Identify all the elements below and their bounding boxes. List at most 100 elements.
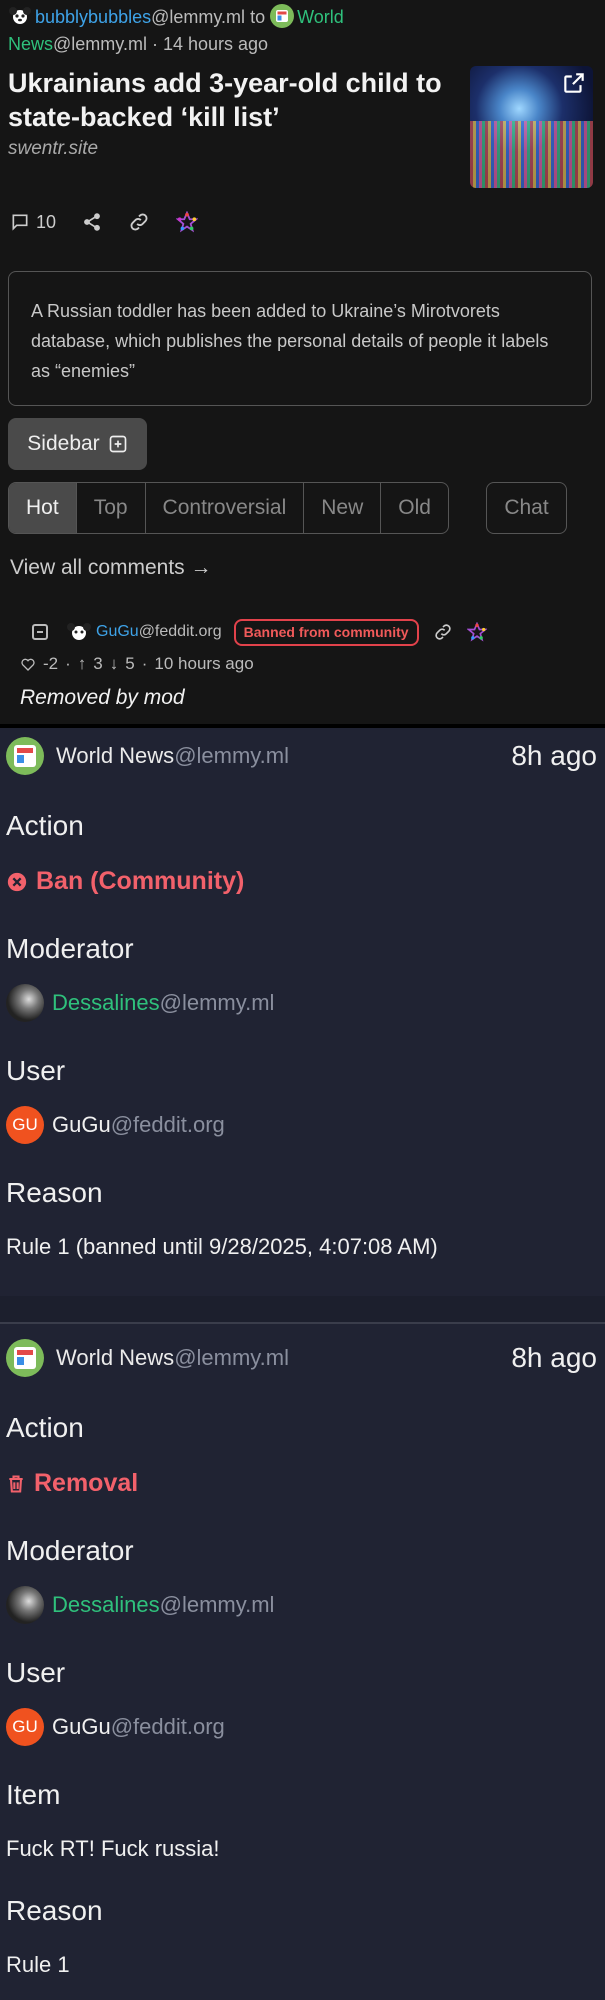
post-to: to: [250, 7, 266, 27]
reason-value: Rule 1: [6, 1952, 70, 1977]
dot-separator: ·: [141, 654, 148, 673]
post-section: bubblybubbles@lemmy.ml to World News@lem…: [0, 0, 605, 724]
reason-heading: Reason: [6, 1177, 103, 1208]
share-button[interactable]: [82, 212, 102, 232]
item-link[interactable]: Fuck RT! Fuck russia!: [6, 1836, 220, 1862]
fediverse-button[interactable]: [176, 211, 199, 233]
upvote-count: 3: [93, 654, 103, 673]
moderator-name: Dessalines: [52, 1592, 160, 1617]
moderator-heading: Moderator: [6, 1535, 134, 1566]
downvote-count: 5: [125, 654, 135, 673]
user-avatar-icon: [9, 7, 31, 24]
action-value: Removal: [6, 1469, 138, 1498]
action-value: Ban (Community): [6, 867, 244, 896]
comment-author[interactable]: GuGu: [96, 623, 139, 641]
sort-controversial[interactable]: Controversial: [146, 483, 305, 533]
reason-value: Rule 1 (banned until 9/28/2025, 4:07:08 …: [6, 1234, 438, 1259]
action-heading: Action: [6, 1412, 84, 1443]
avatar: GU: [6, 1106, 44, 1144]
avatar: GU: [6, 1708, 44, 1746]
user-name: GuGu: [52, 1714, 111, 1739]
fediverse-icon: [176, 211, 199, 233]
item-heading: Item: [6, 1779, 61, 1810]
downvote-icon[interactable]: ↓: [110, 654, 119, 674]
entry-divider: [0, 1296, 605, 1324]
sidebar-button[interactable]: Sidebar: [8, 418, 147, 470]
modlog-entry: World News @lemmy.ml 8h ago Action Remova…: [0, 1324, 605, 2000]
comment-score: -2: [43, 654, 59, 673]
community-icon: [6, 737, 44, 775]
community-icon: [6, 1339, 44, 1377]
avatar: [6, 984, 44, 1022]
post-community-instance: @lemmy.ml: [53, 34, 147, 54]
action-name: Ban (Community): [36, 867, 245, 895]
post-actions: 10: [10, 208, 224, 236]
moderator-name: Dessalines: [52, 990, 160, 1015]
comments-button[interactable]: 10: [10, 212, 56, 233]
avatar: [6, 1586, 44, 1624]
thumbnail-image: [470, 120, 593, 188]
x-circle-icon: [7, 872, 27, 891]
user-instance: @feddit.org: [110, 1112, 225, 1137]
modlog-time: 8h ago: [511, 740, 597, 771]
post-thumbnail[interactable]: [470, 66, 593, 188]
user-value[interactable]: GU GuGu @feddit.org: [6, 1106, 225, 1144]
moderator-instance: @lemmy.ml: [159, 990, 275, 1015]
upvote-icon[interactable]: ↑: [78, 654, 87, 674]
post-body: A Russian toddler has been added to Ukra…: [8, 271, 592, 406]
banned-badge: Banned from community: [233, 618, 419, 646]
moderator-instance: @lemmy.ml: [159, 1592, 275, 1617]
comment-link-icon[interactable]: [433, 622, 453, 642]
post-author-instance: @lemmy.ml: [151, 7, 246, 27]
comment-header: GuGu @feddit.org Banned from community: [32, 618, 487, 646]
sort-tabs: Hot Top Controversial New Old: [8, 482, 449, 534]
comment-count: 10: [36, 211, 57, 232]
post-title[interactable]: Ukrainians add 3-year-old child to state…: [8, 66, 458, 134]
modlog-community-name: World News: [56, 1345, 175, 1370]
comment-removed-notice: Removed by mod: [20, 686, 185, 709]
trash-icon: [9, 1474, 23, 1493]
collapse-icon[interactable]: [32, 624, 48, 640]
sort-new[interactable]: New: [304, 483, 382, 533]
comment-user-avatar-icon: [67, 623, 91, 640]
chat-button[interactable]: Chat: [486, 482, 567, 534]
post-time: · 14 hours ago: [151, 34, 269, 54]
user-heading: User: [6, 1657, 66, 1688]
post-domain[interactable]: swentr.site: [8, 138, 98, 160]
comment-icon: [12, 214, 28, 231]
dot-separator: ·: [65, 654, 71, 673]
link-icon: [130, 213, 148, 231]
reason-heading: Reason: [6, 1895, 103, 1926]
modlog-time: 8h ago: [511, 1342, 597, 1373]
modlog-entry: World News @lemmy.ml 8h ago Action Ban (C…: [0, 728, 605, 1296]
user-name: GuGu: [52, 1112, 111, 1137]
moderator-value[interactable]: Dessalines @lemmy.ml: [6, 1586, 274, 1624]
post-author[interactable]: bubblybubbles: [35, 7, 151, 27]
comment-stats: -2 · ↑ 3 ↓ 5 · 10 hours ago: [20, 654, 254, 674]
sort-top[interactable]: Top: [77, 483, 146, 533]
sidebar-label: Sidebar: [27, 432, 100, 455]
modlog-community-instance: @lemmy.ml: [174, 1345, 289, 1370]
plus-square-icon: [109, 435, 127, 453]
comment-fediverse-icon[interactable]: [466, 622, 487, 642]
user-heading: User: [6, 1055, 66, 1086]
community-icon: [270, 4, 295, 28]
comment-time: 10 hours ago: [154, 654, 254, 673]
heart-icon[interactable]: [20, 656, 36, 672]
moderator-heading: Moderator: [6, 933, 134, 964]
view-all-comments-link[interactable]: View all comments →: [10, 556, 212, 580]
modlog-community-name: World News: [56, 743, 175, 768]
comment-author-instance: @feddit.org: [138, 623, 222, 640]
share-icon: [84, 213, 100, 231]
sort-old[interactable]: Old: [381, 483, 448, 533]
modlog-community[interactable]: World News @lemmy.ml: [6, 1338, 289, 1378]
moderator-value[interactable]: Dessalines @lemmy.ml: [6, 984, 274, 1022]
action-heading: Action: [6, 810, 84, 841]
sort-hot[interactable]: Hot: [9, 483, 77, 533]
modlog-community-instance: @lemmy.ml: [174, 743, 289, 768]
post-meta: bubblybubbles@lemmy.ml to World News@lem…: [8, 4, 478, 58]
user-value[interactable]: GU GuGu @feddit.org: [6, 1708, 225, 1746]
modlog-community[interactable]: World News @lemmy.ml: [6, 736, 289, 776]
action-name: Removal: [34, 1469, 139, 1497]
copy-link-button[interactable]: [128, 211, 150, 233]
